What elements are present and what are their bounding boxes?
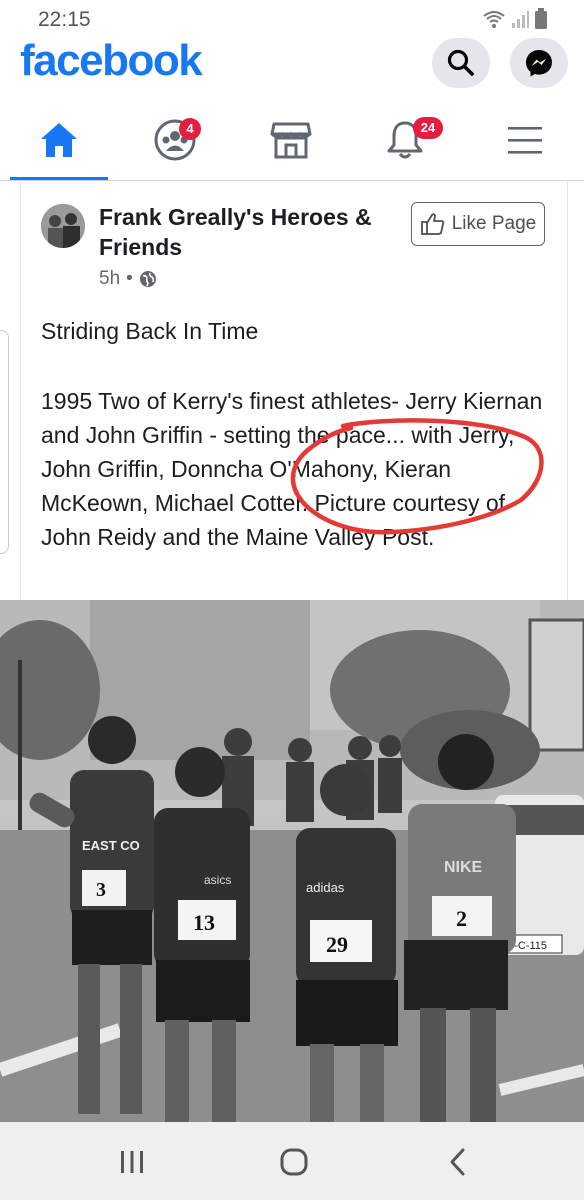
recent-apps-icon	[121, 1151, 143, 1173]
back-button[interactable]	[428, 1142, 488, 1182]
post-title: Striding Back In Time	[41, 318, 259, 344]
status-icons	[482, 8, 548, 30]
marketplace-icon	[270, 122, 312, 159]
status-time: 22:15	[38, 8, 91, 31]
wifi-icon	[483, 11, 505, 28]
photo-bib-1: 3	[96, 879, 106, 901]
messenger-button[interactable]	[510, 38, 568, 88]
meta-separator: •	[126, 268, 133, 289]
messenger-icon	[526, 50, 552, 77]
notifications-badge: 24	[413, 117, 443, 139]
photo-vest-2: asics	[204, 873, 231, 887]
app-header: facebook	[0, 36, 584, 88]
globe-icon	[139, 271, 156, 287]
home-icon	[41, 123, 77, 157]
scroll-indicator	[0, 330, 9, 554]
photo-vest-1: EAST CO	[82, 838, 140, 853]
recent-apps-button[interactable]	[102, 1142, 162, 1182]
thumbs-up-icon	[420, 213, 444, 235]
post-meta: 5h •	[99, 268, 157, 290]
tab-marketplace[interactable]	[236, 100, 346, 180]
system-nav-bar	[0, 1122, 584, 1200]
hamburger-icon	[508, 127, 542, 154]
post-photo[interactable]: 87-C-115 3 EAST CO 13 asics 29 adidas 2 …	[0, 600, 584, 1122]
groups-badge: 4	[179, 118, 201, 140]
photo-vest-3: adidas	[306, 880, 345, 895]
photo-bib-2: 13	[193, 910, 215, 935]
main-nav: 4 24	[0, 100, 584, 181]
photo-bib-3: 29	[326, 932, 348, 957]
post-card: Frank Greally's Heroes & Friends 5h • Li…	[20, 180, 568, 600]
tab-notifications[interactable]: 24	[350, 100, 460, 180]
post-body: 1995 Two of Kerry's finest athletes- Jer…	[41, 388, 543, 550]
facebook-logo[interactable]: facebook	[20, 36, 203, 86]
photo-vest-4: NIKE	[444, 859, 483, 876]
post-time[interactable]: 5h	[99, 268, 120, 290]
tab-groups[interactable]: 4	[120, 100, 230, 180]
tab-home[interactable]	[4, 100, 114, 180]
like-page-button[interactable]: Like Page	[411, 202, 545, 246]
battery-icon	[535, 8, 547, 29]
photo-bib-4: 2	[456, 906, 467, 931]
status-bar: 22:15	[0, 0, 584, 38]
tab-menu[interactable]	[470, 100, 580, 180]
home-circle-icon	[280, 1148, 308, 1176]
like-page-label: Like Page	[451, 213, 537, 234]
home-system-button[interactable]	[264, 1142, 324, 1182]
back-arrow-icon	[450, 1148, 465, 1176]
page-avatar[interactable]	[41, 204, 85, 248]
signal-icon	[512, 11, 529, 28]
search-button[interactable]	[432, 38, 490, 88]
search-icon	[447, 49, 474, 76]
page-name[interactable]: Frank Greally's Heroes & Friends	[99, 202, 399, 262]
